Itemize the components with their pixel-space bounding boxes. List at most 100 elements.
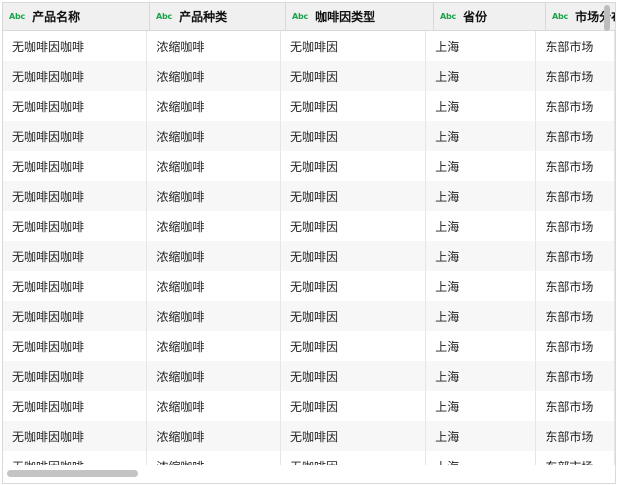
table-row[interactable]: 无咖啡因咖啡浓缩咖啡无咖啡因上海东部市场 bbox=[3, 91, 615, 121]
table-cell[interactable]: 无咖啡因咖啡 bbox=[3, 271, 148, 301]
table-row[interactable]: 无咖啡因咖啡浓缩咖啡无咖啡因上海东部市场 bbox=[3, 391, 615, 421]
table-cell[interactable]: 无咖啡因咖啡 bbox=[3, 301, 148, 331]
table-cell[interactable]: 无咖啡因咖啡 bbox=[3, 241, 148, 271]
table-cell[interactable]: 浓缩咖啡 bbox=[147, 91, 281, 121]
horizontal-scrollbar-thumb[interactable] bbox=[7, 470, 138, 477]
table-cell[interactable]: 东部市场 bbox=[536, 121, 615, 151]
table-row[interactable]: 无咖啡因咖啡浓缩咖啡无咖啡因上海东部市场 bbox=[3, 211, 615, 241]
table-cell[interactable]: 无咖啡因 bbox=[281, 241, 427, 271]
table-cell[interactable]: 上海 bbox=[426, 301, 537, 331]
table-row[interactable]: 无咖啡因咖啡浓缩咖啡无咖啡因上海东部市场 bbox=[3, 421, 615, 451]
table-row[interactable]: 无咖啡因咖啡浓缩咖啡无咖啡因上海东部市场 bbox=[3, 361, 615, 391]
table-cell[interactable]: 无咖啡因咖啡 bbox=[3, 421, 148, 451]
table-cell[interactable]: 上海 bbox=[426, 391, 537, 421]
table-cell[interactable]: 浓缩咖啡 bbox=[147, 31, 281, 61]
table-cell[interactable]: 上海 bbox=[426, 91, 537, 121]
table-row[interactable]: 无咖啡因咖啡浓缩咖啡无咖啡因上海东部市场 bbox=[3, 271, 615, 301]
table-cell[interactable]: 无咖啡因咖啡 bbox=[3, 181, 148, 211]
table-cell[interactable]: 无咖啡因 bbox=[281, 391, 427, 421]
table-cell[interactable]: 浓缩咖啡 bbox=[147, 211, 281, 241]
column-header-product-name[interactable]: Abc 产品名称 bbox=[3, 3, 150, 30]
text-type-icon: Abc bbox=[552, 12, 569, 21]
table-cell[interactable]: 上海 bbox=[426, 421, 537, 451]
table-cell[interactable]: 东部市场 bbox=[536, 211, 615, 241]
table-cell[interactable]: 上海 bbox=[426, 211, 537, 241]
table-cell[interactable]: 上海 bbox=[426, 271, 537, 301]
table-cell[interactable]: 无咖啡因咖啡 bbox=[3, 451, 148, 465]
table-cell[interactable]: 东部市场 bbox=[536, 331, 615, 361]
table-cell[interactable]: 浓缩咖啡 bbox=[147, 61, 281, 91]
table-cell[interactable]: 无咖啡因咖啡 bbox=[3, 361, 148, 391]
table-row[interactable]: 无咖啡因咖啡浓缩咖啡无咖啡因上海东部市场 bbox=[3, 451, 615, 465]
table-row[interactable]: 无咖啡因咖啡浓缩咖啡无咖啡因上海东部市场 bbox=[3, 301, 615, 331]
table-cell[interactable]: 浓缩咖啡 bbox=[147, 301, 281, 331]
table-cell[interactable]: 无咖啡因 bbox=[281, 121, 427, 151]
table-cell[interactable]: 无咖啡因咖啡 bbox=[3, 91, 148, 121]
table-cell[interactable]: 无咖啡因 bbox=[281, 61, 427, 91]
table-cell[interactable]: 无咖啡因 bbox=[281, 181, 427, 211]
text-type-icon: Abc bbox=[156, 12, 173, 21]
table-cell[interactable]: 浓缩咖啡 bbox=[147, 331, 281, 361]
table-row[interactable]: 无咖啡因咖啡浓缩咖啡无咖啡因上海东部市场 bbox=[3, 151, 615, 181]
table-cell[interactable]: 无咖啡因 bbox=[281, 361, 427, 391]
column-header-province[interactable]: Abc 省份 bbox=[434, 3, 546, 30]
table-cell[interactable]: 上海 bbox=[426, 361, 537, 391]
table-cell[interactable]: 上海 bbox=[426, 61, 537, 91]
table-cell[interactable]: 无咖啡因 bbox=[281, 451, 427, 465]
table-cell[interactable]: 无咖啡因 bbox=[281, 331, 427, 361]
table-cell[interactable]: 无咖啡因咖啡 bbox=[3, 121, 148, 151]
table-cell[interactable]: 上海 bbox=[426, 31, 537, 61]
table-cell[interactable]: 上海 bbox=[426, 151, 537, 181]
table-cell[interactable]: 无咖啡因咖啡 bbox=[3, 31, 148, 61]
table-cell[interactable]: 浓缩咖啡 bbox=[147, 271, 281, 301]
table-cell[interactable]: 无咖啡因 bbox=[281, 31, 427, 61]
table-cell[interactable]: 浓缩咖啡 bbox=[147, 421, 281, 451]
table-cell[interactable]: 无咖啡因 bbox=[281, 271, 427, 301]
table-cell[interactable]: 浓缩咖啡 bbox=[147, 151, 281, 181]
table-row[interactable]: 无咖啡因咖啡浓缩咖啡无咖啡因上海东部市场 bbox=[3, 331, 615, 361]
table-cell[interactable]: 东部市场 bbox=[536, 391, 615, 421]
vertical-scrollbar-thumb[interactable] bbox=[604, 5, 610, 31]
table-cell[interactable]: 上海 bbox=[426, 181, 537, 211]
column-header-product-category[interactable]: Abc 产品种类 bbox=[150, 3, 286, 30]
table-row[interactable]: 无咖啡因咖啡浓缩咖啡无咖啡因上海东部市场 bbox=[3, 31, 615, 61]
table-row[interactable]: 无咖啡因咖啡浓缩咖啡无咖啡因上海东部市场 bbox=[3, 241, 615, 271]
table-cell[interactable]: 上海 bbox=[426, 241, 537, 271]
table-cell[interactable]: 东部市场 bbox=[536, 181, 615, 211]
table-cell[interactable]: 东部市场 bbox=[536, 451, 615, 465]
table-row[interactable]: 无咖啡因咖啡浓缩咖啡无咖啡因上海东部市场 bbox=[3, 181, 615, 211]
table-cell[interactable]: 浓缩咖啡 bbox=[147, 181, 281, 211]
table-header: Abc 产品名称 Abc 产品种类 Abc 咖啡因类型 Abc 省份 Abc 市… bbox=[3, 3, 615, 31]
table-cell[interactable]: 无咖啡因 bbox=[281, 301, 427, 331]
table-cell[interactable]: 上海 bbox=[426, 331, 537, 361]
table-cell[interactable]: 无咖啡因 bbox=[281, 151, 427, 181]
table-cell[interactable]: 东部市场 bbox=[536, 361, 615, 391]
table-cell[interactable]: 无咖啡因咖啡 bbox=[3, 61, 148, 91]
table-cell[interactable]: 无咖啡因咖啡 bbox=[3, 331, 148, 361]
table-cell[interactable]: 浓缩咖啡 bbox=[147, 391, 281, 421]
table-cell[interactable]: 无咖啡因 bbox=[281, 211, 427, 241]
table-row[interactable]: 无咖啡因咖啡浓缩咖啡无咖啡因上海东部市场 bbox=[3, 121, 615, 151]
table-cell[interactable]: 东部市场 bbox=[536, 241, 615, 271]
table-cell[interactable]: 无咖啡因 bbox=[281, 421, 427, 451]
table-cell[interactable]: 东部市场 bbox=[536, 151, 615, 181]
table-cell[interactable]: 东部市场 bbox=[536, 31, 615, 61]
table-row[interactable]: 无咖啡因咖啡浓缩咖啡无咖啡因上海东部市场 bbox=[3, 61, 615, 91]
table-cell[interactable]: 东部市场 bbox=[536, 91, 615, 121]
table-cell[interactable]: 浓缩咖啡 bbox=[147, 241, 281, 271]
table-cell[interactable]: 东部市场 bbox=[536, 301, 615, 331]
column-header-caffeine-type[interactable]: Abc 咖啡因类型 bbox=[286, 3, 434, 30]
table-cell[interactable]: 东部市场 bbox=[536, 421, 615, 451]
table-cell[interactable]: 上海 bbox=[426, 451, 537, 465]
table-cell[interactable]: 浓缩咖啡 bbox=[147, 451, 281, 465]
table-cell[interactable]: 无咖啡因咖啡 bbox=[3, 391, 148, 421]
table-cell[interactable]: 无咖啡因 bbox=[281, 91, 427, 121]
table-cell[interactable]: 东部市场 bbox=[536, 271, 615, 301]
table-cell[interactable]: 浓缩咖啡 bbox=[147, 361, 281, 391]
table-cell[interactable]: 无咖啡因咖啡 bbox=[3, 151, 148, 181]
table-cell[interactable]: 浓缩咖啡 bbox=[147, 121, 281, 151]
table-cell[interactable]: 上海 bbox=[426, 121, 537, 151]
table-cell[interactable]: 东部市场 bbox=[536, 61, 615, 91]
table-cell[interactable]: 无咖啡因咖啡 bbox=[3, 211, 148, 241]
column-header-label: 产品种类 bbox=[179, 10, 228, 24]
